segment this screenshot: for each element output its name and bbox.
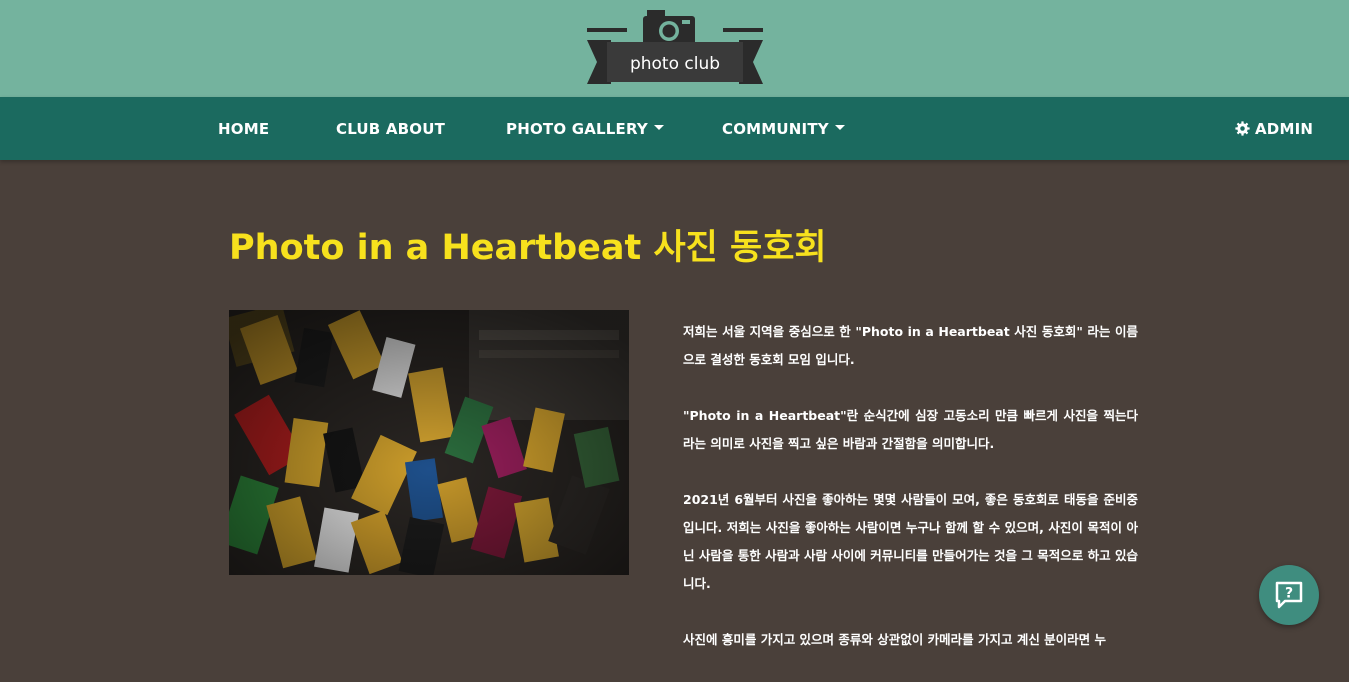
intro-paragraph: 2021년 6월부터 사진을 좋아하는 몇몇 사람들이 모여, 좋은 동호회로 …	[683, 492, 1138, 591]
camera-icon	[642, 9, 695, 46]
caret-down-icon	[834, 125, 845, 130]
gear-icon	[1235, 121, 1250, 136]
nav-club-about-label: CLUB ABOUT	[336, 119, 446, 138]
nav-home-label: HOME	[218, 119, 270, 138]
nav-community[interactable]: COMMUNITY	[722, 97, 845, 160]
help-chat-icon: ?	[1275, 581, 1303, 609]
top-banner: photo club	[0, 0, 1349, 97]
nav-photo-gallery-label: PHOTO GALLERY	[506, 119, 648, 138]
logo-text: photo club	[629, 54, 719, 74]
nav-community-label: COMMUNITY	[722, 119, 829, 138]
main-content: Photo in a Heartbeat 사진 동호회 저희는 서울 지역을 중…	[0, 160, 1349, 647]
caret-down-icon	[653, 125, 664, 130]
film-canisters-photo	[229, 310, 629, 575]
nav-club-about[interactable]: CLUB ABOUT	[336, 97, 445, 160]
help-chat-button[interactable]: ?	[1259, 565, 1319, 625]
main-navbar: HOME CLUB ABOUT PHOTO GALLERY COMMUNITY …	[0, 97, 1349, 160]
nav-admin[interactable]: ADMIN	[1235, 97, 1313, 160]
svg-text:?: ?	[1285, 586, 1293, 602]
intro-paragraph: 저희는 서울 지역을 중심으로 한 "Photo in a Heartbeat …	[683, 324, 1138, 367]
club-introduction: 저희는 서울 지역을 중심으로 한 "Photo in a Heartbeat …	[683, 318, 1138, 682]
intro-paragraph: "Photo in a Heartbeat"란 순식간에 심장 고동소리 만큼 …	[683, 408, 1138, 451]
page-title: Photo in a Heartbeat 사진 동호회	[229, 228, 827, 268]
nav-admin-label: ADMIN	[1255, 119, 1314, 138]
nav-photo-gallery[interactable]: PHOTO GALLERY	[506, 97, 664, 160]
nav-home[interactable]: HOME	[218, 97, 269, 160]
photo-club-logo[interactable]: photo club	[585, 8, 765, 90]
intro-paragraph: 사진에 흥미를 가지고 있으며 종류와 상관없이 카메라를 가지고 계신 분이라…	[683, 632, 1107, 647]
